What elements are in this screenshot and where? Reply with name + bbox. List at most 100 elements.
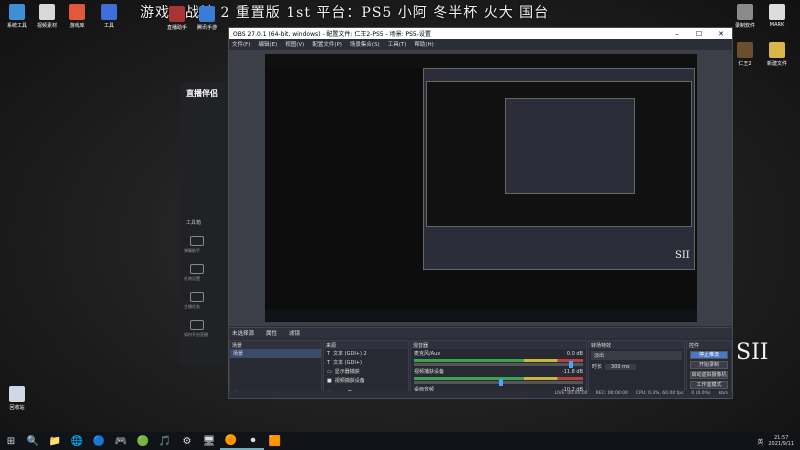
- sources-dock: 来源 T 文本 (GDI+) 2 T 文本 (GDI+) ▭ 显示器捕获 ■ 视频捕获设…: [323, 340, 409, 398]
- fader-knob[interactable]: [498, 379, 503, 386]
- transition-select[interactable]: 淡出: [591, 351, 682, 360]
- channel-name: 视频捕获设备: [414, 369, 445, 375]
- channel-level: 0.0 dB: [566, 350, 583, 357]
- monitor-icon[interactable]: 🖥: [198, 432, 220, 450]
- input-method-indicator[interactable]: 英: [757, 437, 763, 446]
- folder-icon: [9, 4, 25, 20]
- start-recording-button[interactable]: 开始录制: [690, 361, 728, 369]
- app-icon[interactable]: 🔵: [88, 432, 110, 450]
- window-title: OBS 27.0.1 (64-bit, windows) - 配置文件: 仁王2…: [233, 31, 431, 38]
- tool-tile-label: 如何开启直播: [184, 332, 208, 337]
- source-item[interactable]: ■ 视频捕获设备: [324, 376, 408, 385]
- studio-mode-button[interactable]: 工作室模式: [690, 381, 728, 389]
- tool-tile-icon[interactable]: [190, 264, 204, 274]
- minimize-button[interactable]: –: [666, 30, 688, 38]
- text-source-icon: T: [327, 359, 331, 366]
- app-icon[interactable]: 🟧: [264, 432, 286, 450]
- search-icon[interactable]: 🔍: [22, 432, 44, 450]
- channel-level: -11.8 dB: [561, 368, 583, 375]
- desktop-icon-live-helper[interactable]: 直播助手: [160, 6, 194, 31]
- mirrored-desktop-icons: [265, 54, 697, 68]
- obs-icon[interactable]: ⏺: [242, 432, 264, 450]
- game-icon[interactable]: 🎮: [110, 432, 132, 450]
- tool-tile-label: 礼物设置: [184, 276, 200, 281]
- virtual-camera-button[interactable]: 启动虚拟摄像机: [690, 371, 728, 379]
- desktop-icon-system-tools[interactable]: 系统工具: [0, 4, 34, 29]
- properties-button[interactable]: 属性: [266, 329, 277, 337]
- source-toolbar: 未选择源 属性 滤镜: [229, 327, 732, 338]
- stop-streaming-button[interactable]: 停止推流: [690, 351, 728, 359]
- gear-icon[interactable]: ⚙: [176, 432, 198, 450]
- nvidia-icon[interactable]: 🟢: [132, 432, 154, 450]
- toolbox-label: 工具箱: [186, 220, 202, 226]
- cpu-status: CPU: 0.3%, 60.00 fps: [635, 391, 684, 396]
- obs-window[interactable]: OBS 27.0.1 (64-bit, windows) - 配置文件: 仁王2…: [228, 27, 733, 399]
- background-app-window[interactable]: 直播伴侣 工具箱 弹幕助手 礼物设置 主播任务 如何开启直播: [180, 82, 232, 366]
- folder-icon: [769, 42, 785, 58]
- document-icon: [39, 4, 55, 20]
- tool-tile-icon[interactable]: [190, 236, 204, 246]
- start-button[interactable]: ⊞: [0, 432, 22, 450]
- scene-item[interactable]: 场景: [230, 349, 321, 358]
- desktop-icon-tencent[interactable]: 腾讯手游: [190, 6, 224, 31]
- preview-canvas[interactable]: SII: [265, 54, 697, 322]
- menu-bar: 文件(F) 编辑(E) 视图(V) 配置文件(P) 场景集合(S) 工具(T) …: [229, 39, 732, 48]
- bitrate: kb/s: [718, 391, 728, 396]
- desktop-icon-game-library[interactable]: 游戏库: [60, 4, 94, 29]
- source-name: 文本 (GDI+): [333, 360, 362, 366]
- camera-icon: ■: [327, 377, 332, 384]
- monitor-icon: ▭: [327, 368, 332, 375]
- source-name: 视频捕获设备: [334, 378, 365, 384]
- desktop-icon-recycle-bin[interactable]: 回收站: [0, 386, 34, 411]
- desktop-icon-video-material[interactable]: 视频素材: [30, 4, 64, 29]
- fader-knob[interactable]: [569, 361, 574, 368]
- desktop-icon-tools[interactable]: 工具: [92, 4, 126, 29]
- close-button[interactable]: ✕: [710, 30, 732, 38]
- channel-name: 麦克风/Aux: [414, 351, 441, 357]
- music-icon[interactable]: 🎵: [154, 432, 176, 450]
- menu-profile[interactable]: 配置文件(P): [312, 40, 342, 48]
- desktop-icon-new-file[interactable]: 新建文件: [760, 42, 794, 67]
- desktop-icon-nioh2[interactable]: 仁王2: [728, 42, 762, 67]
- tool-tile-label: 主播任务: [184, 304, 200, 309]
- app-icon: [101, 4, 117, 20]
- preview-area[interactable]: SII: [229, 50, 732, 326]
- desktop: 游戏：战神 2 重置版 1st 平台：PS5 小阿 冬半杯 火大 国台 系统工具…: [0, 0, 800, 432]
- file-explorer-icon[interactable]: 📁: [44, 432, 66, 450]
- source-name: 文本 (GDI+) 2: [333, 351, 367, 357]
- mirrored-preview: [426, 81, 692, 227]
- menu-tools[interactable]: 工具(T): [388, 40, 407, 48]
- clock[interactable]: 21:57 2021/9/11: [768, 435, 794, 447]
- menu-edit[interactable]: 编辑(E): [258, 40, 277, 48]
- mixer-channel-label: 视频捕获设备 -11.8 dB: [411, 367, 586, 376]
- game-icon: [737, 42, 753, 58]
- volume-fader[interactable]: [414, 379, 583, 386]
- app-icon[interactable]: 🟠: [220, 432, 242, 450]
- source-item[interactable]: ▭ 显示器捕获: [324, 367, 408, 376]
- menu-file[interactable]: 文件(F): [232, 40, 250, 48]
- recycle-bin-icon: [9, 386, 25, 402]
- tool-tile-icon[interactable]: [190, 292, 204, 302]
- source-item[interactable]: T 文本 (GDI+): [324, 358, 408, 367]
- mirrored-logo: SII: [675, 250, 690, 261]
- game-logo-watermark: SII: [736, 340, 769, 365]
- desktop-icon-recorder[interactable]: 录制软件: [728, 4, 762, 29]
- maximize-button[interactable]: ☐: [688, 30, 710, 38]
- source-name: 显示器捕获: [334, 369, 360, 375]
- desktop-icon-mark[interactable]: MARK: [760, 4, 794, 28]
- tool-tile-label: 弹幕助手: [184, 248, 200, 253]
- game-icon: [69, 4, 85, 20]
- menu-help[interactable]: 帮助(H): [414, 40, 433, 48]
- volume-fader[interactable]: [414, 361, 583, 368]
- app-icon: [169, 6, 185, 22]
- tool-tile-icon[interactable]: [190, 320, 204, 330]
- browser-icon[interactable]: 🌐: [66, 432, 88, 450]
- obs-titlebar[interactable]: OBS 27.0.1 (64-bit, windows) - 配置文件: 仁王2…: [229, 28, 732, 39]
- source-item[interactable]: T 文本 (GDI+) 2: [324, 349, 408, 358]
- filters-button[interactable]: 滤镜: [289, 329, 300, 337]
- menu-scene-collection[interactable]: 场景集合(S): [350, 40, 380, 48]
- menu-view[interactable]: 视图(V): [285, 40, 304, 48]
- duration-input[interactable]: 300 ms: [605, 363, 636, 370]
- transitions-dock: 转场特效 淡出 时长 300 ms: [588, 340, 685, 398]
- sources-header: 来源: [324, 341, 408, 349]
